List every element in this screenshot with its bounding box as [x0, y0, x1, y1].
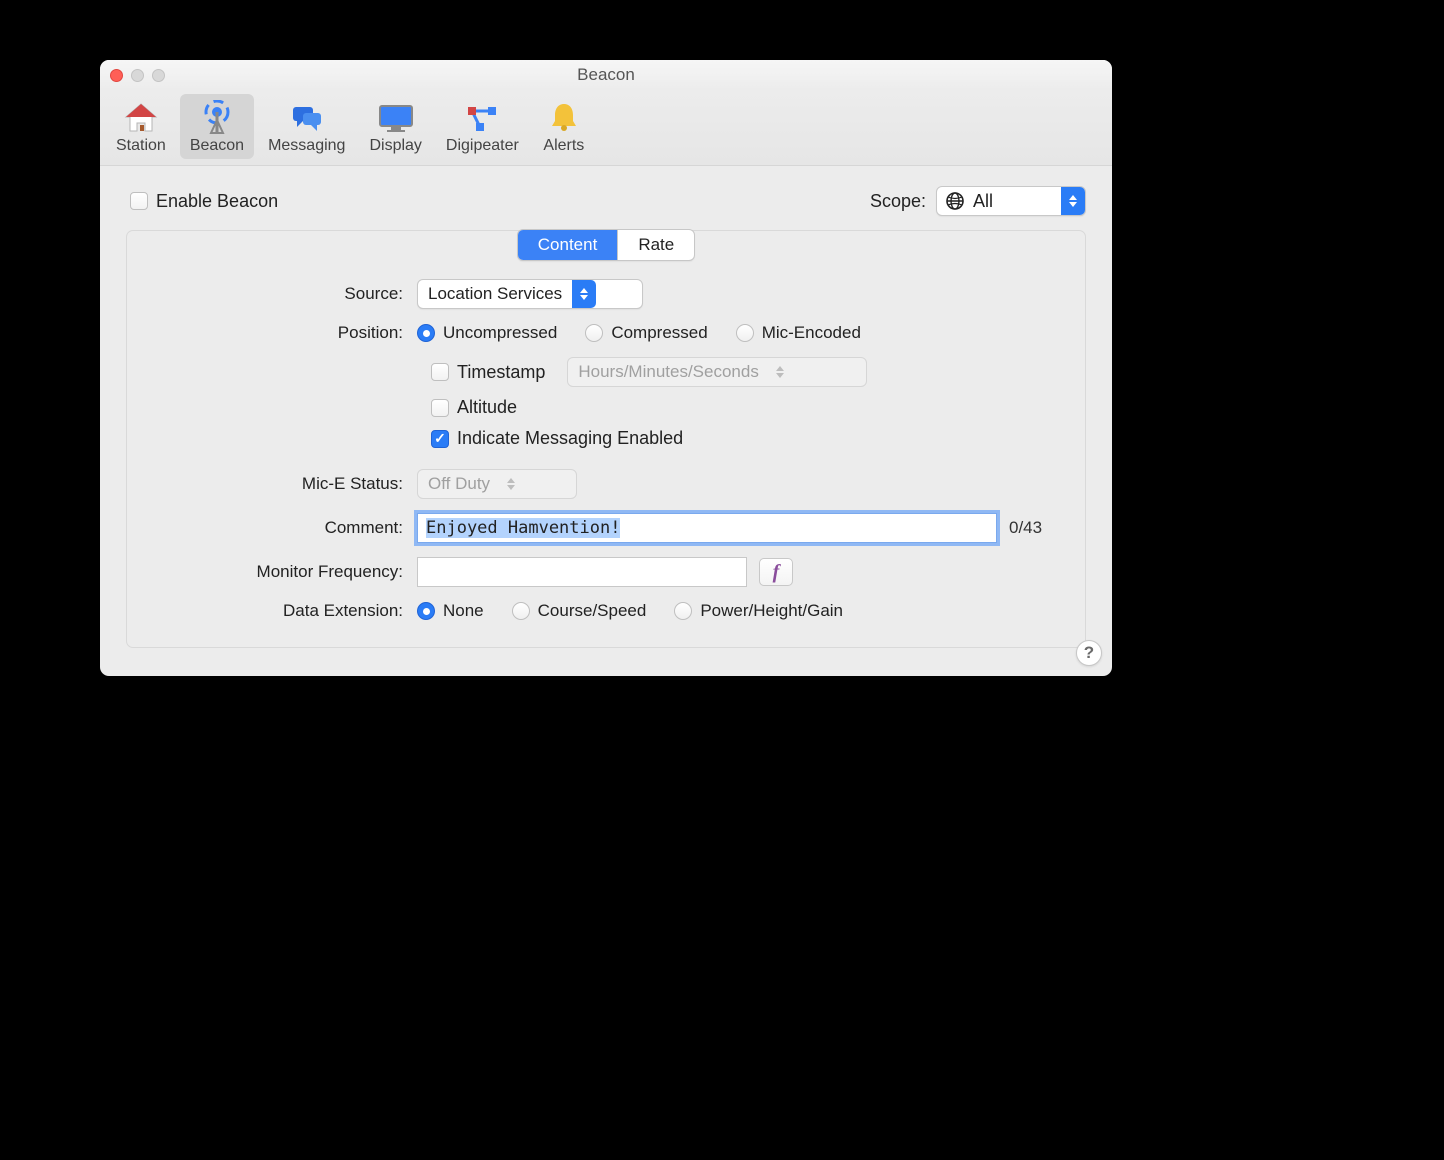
radio-label: None	[443, 601, 484, 621]
tab-station[interactable]: Station	[106, 94, 176, 159]
tab-label: Messaging	[268, 137, 345, 155]
altitude-checkbox[interactable]: Altitude	[431, 397, 1065, 418]
data-ext-none-radio[interactable]: None	[417, 601, 484, 621]
mic-status-value: Off Duty	[428, 474, 500, 494]
radio-icon	[512, 602, 530, 620]
scope-select[interactable]: All	[936, 186, 1086, 216]
preferences-toolbar: Station Beacon M	[100, 90, 1112, 166]
radio-icon	[674, 602, 692, 620]
help-button[interactable]: ?	[1076, 640, 1102, 666]
tab-label: Station	[116, 137, 166, 155]
checkbox-icon	[431, 399, 449, 417]
house-icon	[122, 100, 160, 134]
content-rate-segment: Content Rate	[517, 229, 695, 261]
tab-messaging[interactable]: Messaging	[258, 94, 355, 159]
content-area: Enable Beacon Scope: All	[100, 166, 1112, 676]
select-arrows-icon	[500, 470, 522, 498]
select-arrows-icon	[572, 280, 596, 308]
settings-panel: Content Rate Source: Location Services P…	[126, 230, 1086, 648]
comment-label: Comment:	[147, 518, 417, 538]
radio-label: Compressed	[611, 323, 707, 343]
radio-label: Mic-Encoded	[762, 323, 861, 343]
source-label: Source:	[147, 284, 417, 304]
position-uncompressed-radio[interactable]: Uncompressed	[417, 323, 557, 343]
tab-alerts[interactable]: Alerts	[533, 94, 595, 159]
scope-value: All	[965, 191, 1061, 212]
question-icon: ?	[1084, 643, 1094, 663]
frequency-function-button[interactable]: f	[759, 558, 793, 586]
globe-icon	[945, 191, 965, 211]
source-value: Location Services	[428, 284, 572, 304]
tab-display[interactable]: Display	[359, 94, 431, 159]
timestamp-format-select: Hours/Minutes/Seconds	[567, 357, 867, 387]
segment-rate[interactable]: Rate	[617, 230, 694, 260]
checkbox-icon	[431, 363, 449, 381]
mic-status-label: Mic-E Status:	[147, 474, 417, 494]
antenna-icon	[198, 100, 236, 134]
network-icon	[463, 100, 501, 134]
checkbox-icon	[130, 192, 148, 210]
comment-counter: 0/43	[1009, 518, 1042, 538]
radio-icon	[736, 324, 754, 342]
comment-input[interactable]: Enjoyed Hamvention!	[417, 513, 997, 543]
monitor-icon	[377, 100, 415, 134]
window-title: Beacon	[100, 65, 1112, 85]
radio-icon	[417, 602, 435, 620]
tab-label: Display	[369, 137, 421, 155]
chat-icon	[288, 100, 326, 134]
checkbox-icon	[431, 430, 449, 448]
monitor-input[interactable]	[417, 557, 747, 587]
source-select[interactable]: Location Services	[417, 279, 643, 309]
comment-value: Enjoyed Hamvention!	[426, 518, 620, 538]
position-mic-radio[interactable]: Mic-Encoded	[736, 323, 861, 343]
position-label: Position:	[147, 323, 417, 343]
scope-label: Scope:	[870, 191, 926, 212]
preferences-window: Beacon Station Beacon	[100, 60, 1112, 676]
segment-content[interactable]: Content	[518, 230, 618, 260]
data-ext-course-radio[interactable]: Course/Speed	[512, 601, 647, 621]
data-ext-label: Data Extension:	[147, 601, 417, 621]
messaging-label: Indicate Messaging Enabled	[457, 428, 683, 449]
radio-label: Uncompressed	[443, 323, 557, 343]
mic-status-select: Off Duty	[417, 469, 577, 499]
enable-beacon-label: Enable Beacon	[156, 191, 278, 212]
function-icon: f	[773, 561, 780, 584]
timestamp-checkbox[interactable]: Timestamp	[431, 362, 545, 383]
tab-label: Alerts	[543, 137, 584, 155]
radio-label: Power/Height/Gain	[700, 601, 843, 621]
altitude-label: Altitude	[457, 397, 517, 418]
tab-digipeater[interactable]: Digipeater	[436, 94, 529, 159]
bell-icon	[545, 100, 583, 134]
monitor-label: Monitor Frequency:	[147, 562, 417, 582]
enable-beacon-checkbox[interactable]: Enable Beacon	[130, 191, 278, 212]
tab-beacon[interactable]: Beacon	[180, 94, 254, 159]
select-arrows-icon	[1061, 187, 1085, 215]
data-ext-phg-radio[interactable]: Power/Height/Gain	[674, 601, 843, 621]
titlebar: Beacon	[100, 60, 1112, 90]
tab-label: Digipeater	[446, 137, 519, 155]
messaging-checkbox[interactable]: Indicate Messaging Enabled	[431, 428, 1065, 449]
position-compressed-radio[interactable]: Compressed	[585, 323, 707, 343]
timestamp-format-value: Hours/Minutes/Seconds	[578, 362, 768, 382]
tab-label: Beacon	[190, 137, 244, 155]
timestamp-label: Timestamp	[457, 362, 545, 383]
radio-icon	[417, 324, 435, 342]
select-arrows-icon	[769, 358, 791, 386]
radio-icon	[585, 324, 603, 342]
radio-label: Course/Speed	[538, 601, 647, 621]
